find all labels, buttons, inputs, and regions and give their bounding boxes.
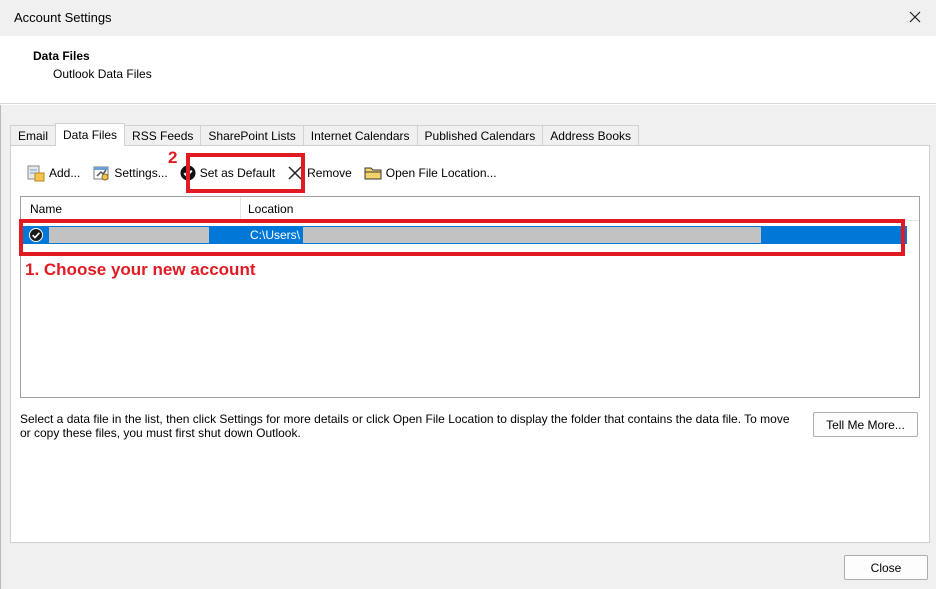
data-file-row[interactable]: C:\Users\: [23, 226, 907, 244]
tab-internet-calendars[interactable]: Internet Calendars: [302, 125, 418, 146]
data-files-toolbar: Add... Settings... Set as Default Remove…: [24, 161, 506, 185]
open-file-location-button[interactable]: Open File Location...: [361, 161, 500, 185]
tab-sharepoint-lists[interactable]: SharePoint Lists: [200, 125, 304, 146]
column-header-name[interactable]: Name: [21, 197, 241, 221]
set-as-default-label: Set as Default: [199, 166, 276, 180]
tell-me-more-button[interactable]: Tell Me More...: [813, 412, 918, 437]
set-as-default-button[interactable]: Set as Default: [177, 161, 278, 185]
redacted-name: [49, 227, 209, 243]
list-header: Name Location: [21, 197, 919, 221]
remove-x-icon: [288, 166, 302, 180]
column-header-location[interactable]: Location: [241, 197, 919, 221]
annotation-step-2: 2: [168, 148, 178, 167]
redacted-path: [303, 227, 761, 243]
remove-button[interactable]: Remove: [284, 161, 355, 185]
tab-bar: Email Data Files RSS Feeds SharePoint Li…: [10, 123, 639, 146]
settings-button[interactable]: Settings...: [89, 161, 170, 185]
folder-icon: [364, 167, 382, 180]
tab-email[interactable]: Email: [10, 125, 57, 146]
checkmark-circle-icon: [180, 165, 196, 181]
row-location: C:\Users\: [250, 228, 301, 242]
header-subtitle: Outlook Data Files: [53, 67, 152, 81]
window-title: Account Settings: [14, 10, 112, 25]
remove-label: Remove: [307, 166, 352, 180]
close-button[interactable]: Close: [844, 555, 928, 580]
tab-data-files[interactable]: Data Files: [55, 123, 126, 146]
add-button[interactable]: Add...: [24, 161, 83, 185]
tab-address-books[interactable]: Address Books: [542, 125, 639, 146]
header-title: Data Files: [33, 49, 90, 63]
dialog-header: Data Files Outlook Data Files: [0, 36, 936, 104]
close-icon: [909, 11, 921, 23]
open-file-location-label: Open File Location...: [385, 166, 497, 180]
default-check-icon: [29, 228, 43, 242]
add-file-icon: [27, 165, 45, 182]
window-close-button[interactable]: [904, 6, 926, 28]
description-text: Select a data file in the list, then cli…: [20, 412, 790, 440]
data-file-list[interactable]: Name Location C:\Users\: [20, 196, 920, 398]
add-label: Add...: [49, 166, 81, 180]
settings-icon: [93, 166, 109, 181]
tab-rss-feeds[interactable]: RSS Feeds: [124, 125, 202, 146]
settings-label: Settings...: [114, 166, 168, 180]
title-bar: Account Settings: [0, 0, 936, 36]
tab-published-calendars[interactable]: Published Calendars: [416, 125, 544, 146]
annotation-step-1: 1. Choose your new account: [25, 260, 256, 279]
